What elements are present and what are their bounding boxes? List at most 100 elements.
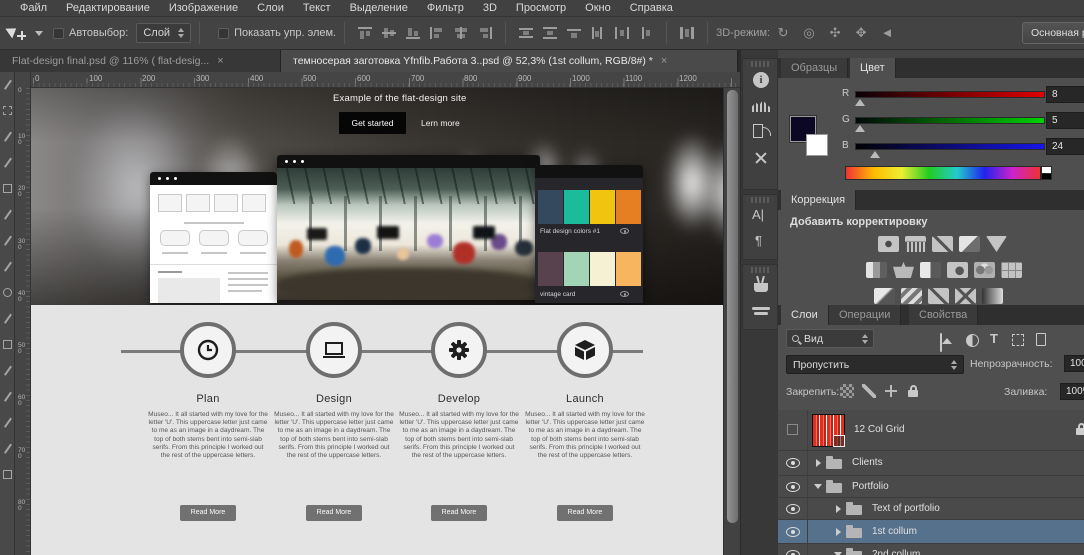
green-slider-thumb[interactable]	[855, 125, 865, 132]
marquee-tool[interactable]	[3, 106, 12, 115]
tab-actions[interactable]: Операции	[829, 305, 901, 325]
eyedropper-tool[interactable]	[3, 210, 12, 219]
blue-slider-thumb[interactable]	[870, 151, 880, 158]
3d-slide-icon[interactable]: ✥	[852, 25, 870, 41]
quick-selection-tool[interactable]	[3, 158, 12, 167]
tab-adjustments[interactable]: Коррекция	[781, 190, 856, 210]
tab-swatches[interactable]: Образцы	[781, 58, 848, 78]
autoselect-scope-dropdown[interactable]: Слой	[136, 23, 191, 43]
green-value-field[interactable]: 5	[1046, 112, 1084, 129]
align-horizontal-centers-icon[interactable]	[453, 26, 469, 40]
clone-stamp-tool[interactable]	[3, 288, 12, 297]
pen-tool[interactable]	[3, 444, 12, 453]
visibility-column[interactable]	[778, 476, 808, 497]
lock-transparency-icon[interactable]	[840, 384, 854, 398]
curves-icon[interactable]	[932, 236, 953, 252]
red-slider-thumb[interactable]	[855, 99, 865, 106]
autoselect-checkbox[interactable]	[53, 28, 64, 39]
hue-saturation-icon[interactable]	[866, 262, 887, 278]
menu-image[interactable]: Изображение	[169, 2, 238, 14]
lock-pixels-icon[interactable]	[862, 384, 876, 398]
menu-file[interactable]: Файл	[20, 2, 47, 14]
visibility-column[interactable]	[778, 410, 808, 450]
eye-icon[interactable]	[786, 482, 800, 492]
menu-filter[interactable]: Фильтр	[427, 2, 464, 14]
layer-filter-dropdown[interactable]: Вид	[786, 329, 874, 348]
distribute-bottom-edges-icon[interactable]	[566, 26, 582, 40]
brush-presets-panel-icon[interactable]	[743, 273, 779, 299]
dodge-tool[interactable]	[3, 418, 12, 427]
tool-presets-panel-icon[interactable]	[743, 145, 779, 171]
distribute-top-edges-icon[interactable]	[518, 26, 534, 40]
visibility-column[interactable]	[778, 520, 808, 543]
doc-tab-flat-design-final[interactable]: Flat-design final.psd @ 116% ( flat-desi…	[0, 50, 281, 72]
lock-all-icon[interactable]	[906, 384, 920, 398]
selective-color-icon[interactable]	[955, 288, 976, 304]
menu-help[interactable]: Справка	[630, 2, 673, 14]
actions-panel-icon[interactable]	[743, 119, 779, 145]
blend-mode-dropdown[interactable]: Пропустить	[786, 355, 964, 374]
healing-brush-tool[interactable]	[3, 236, 12, 245]
tab-color[interactable]: Цвет	[850, 58, 896, 78]
filter-kind-image-icon[interactable]	[940, 333, 942, 352]
canvas-vertical-scrollbar[interactable]	[723, 88, 740, 555]
align-left-edges-icon[interactable]	[429, 26, 445, 40]
visibility-column[interactable]	[778, 498, 808, 519]
blue-slider[interactable]	[855, 143, 1045, 150]
menu-type[interactable]: Текст	[303, 2, 331, 14]
menu-edit[interactable]: Редактирование	[66, 2, 150, 14]
color-spectrum-ramp[interactable]	[845, 166, 1041, 180]
history-brush-tool[interactable]	[3, 314, 12, 323]
photo-filter-icon[interactable]	[947, 262, 968, 278]
close-tab-icon[interactable]: ×	[661, 55, 667, 67]
red-value-field[interactable]: 8	[1046, 86, 1084, 103]
eye-icon[interactable]	[786, 458, 800, 468]
black-shortcut-swatch[interactable]	[1041, 173, 1052, 180]
filter-kind-adjustment-icon[interactable]	[966, 334, 979, 347]
eye-icon[interactable]	[786, 550, 800, 555]
type-tool[interactable]	[3, 470, 12, 479]
posterize-icon[interactable]	[901, 288, 922, 304]
layer-row-text-of-portfolio[interactable]: Text of portfolio	[778, 498, 1084, 520]
align-right-edges-icon[interactable]	[477, 26, 493, 40]
green-slider[interactable]	[855, 117, 1045, 124]
distribute-vertical-centers-icon[interactable]	[542, 26, 558, 40]
gradient-map-icon[interactable]	[982, 288, 1003, 304]
3d-orbit-icon[interactable]: ↻	[774, 25, 792, 41]
filter-kind-smart-object-icon[interactable]	[1036, 333, 1046, 346]
distribute-left-edges-icon[interactable]	[590, 26, 606, 40]
tab-layers[interactable]: Слои	[781, 305, 829, 325]
distribute-right-edges-icon[interactable]	[638, 26, 654, 40]
tab-properties[interactable]: Свойства	[909, 305, 978, 325]
lock-position-icon[interactable]	[884, 384, 898, 398]
fill-field[interactable]: 100%	[1060, 383, 1084, 400]
vibrance-icon[interactable]	[986, 236, 1007, 252]
filter-kind-shape-icon[interactable]	[1012, 334, 1024, 346]
info-panel-icon[interactable]	[743, 67, 779, 93]
crop-tool[interactable]	[3, 184, 12, 193]
channel-mixer-icon[interactable]	[974, 262, 995, 278]
background-color-swatch[interactable]	[806, 134, 828, 156]
brightness-contrast-icon[interactable]	[878, 236, 899, 252]
distribute-spacing-icon[interactable]	[679, 26, 695, 40]
levels-icon[interactable]	[905, 236, 926, 252]
menu-window[interactable]: Окно	[585, 2, 611, 14]
red-slider[interactable]	[855, 91, 1045, 98]
move-tool[interactable]	[3, 80, 12, 89]
character-panel-icon[interactable]	[743, 203, 779, 229]
layer-row-12-col-grid[interactable]: 12 Col Grid	[778, 410, 1084, 451]
expand-arrow-icon[interactable]	[836, 505, 841, 513]
distribute-horizontal-centers-icon[interactable]	[614, 26, 630, 40]
menu-view[interactable]: Просмотр	[516, 2, 566, 14]
menu-3d[interactable]: 3D	[483, 2, 497, 14]
expand-arrow-icon[interactable]	[836, 528, 841, 536]
menu-select[interactable]: Выделение	[350, 2, 408, 14]
canvas[interactable]: Example of the flat-design site Get star…	[31, 88, 723, 555]
color-balance-icon[interactable]	[893, 262, 914, 278]
paragraph-panel-icon[interactable]	[743, 229, 779, 255]
3d-pan-icon[interactable]: ✣	[826, 25, 844, 41]
eraser-tool[interactable]	[3, 340, 12, 349]
expand-arrow-icon[interactable]	[816, 459, 821, 467]
color-lookup-icon[interactable]	[1001, 262, 1022, 278]
align-top-edges-icon[interactable]	[357, 26, 373, 40]
